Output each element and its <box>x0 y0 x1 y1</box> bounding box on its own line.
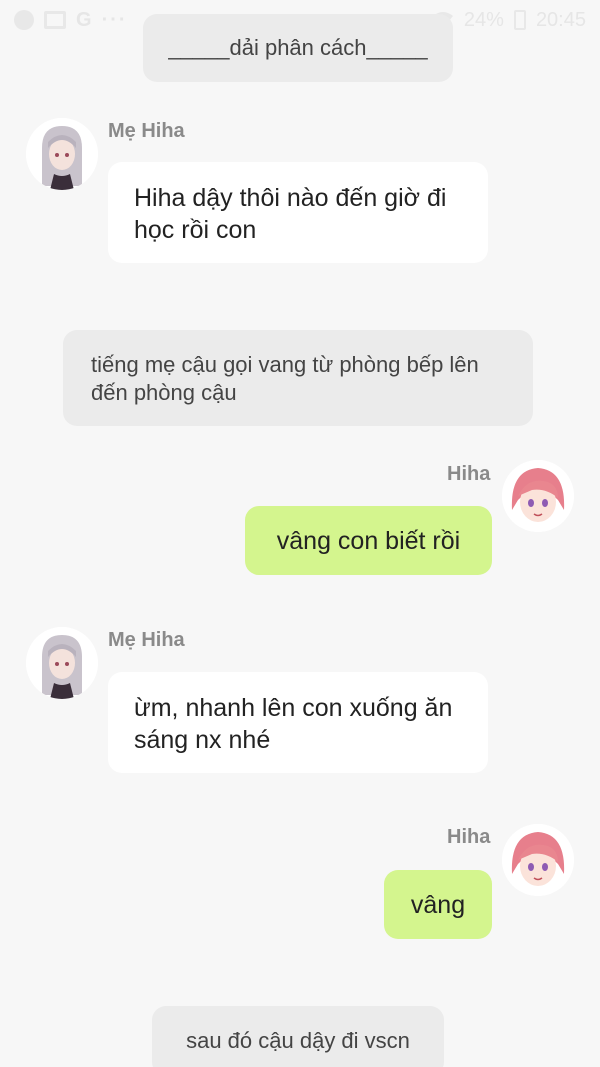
message-bubble-hiha[interactable]: vâng con biết rồi <box>245 506 492 575</box>
gallery-icon <box>44 11 66 29</box>
avatar-mom[interactable] <box>26 118 98 190</box>
avatar-hiha[interactable] <box>502 824 574 896</box>
more-icon: ··· <box>101 8 128 31</box>
message-bubble-mom[interactable]: ừm, nhanh lên con xuống ăn sáng nx nhé <box>108 672 488 773</box>
sender-name-mom: Mẹ Hiha <box>108 629 185 651</box>
hiha-avatar-image <box>502 460 574 532</box>
message-text: vâng con biết rồi <box>276 526 461 555</box>
sender-name-hiha: Hiha <box>447 463 491 485</box>
sender-name-hiha: Hiha <box>447 826 491 848</box>
sender-name-mom: Mẹ Hiha <box>108 120 185 142</box>
narration-text: tiếng mẹ cậu gọi vang từ phòng bếp lên đ… <box>91 352 479 405</box>
message-text: vâng <box>410 890 466 919</box>
messenger-icon <box>14 10 34 30</box>
divider-text: _____dải phân cách_____ <box>168 35 428 60</box>
status-right-icons: 24% 20:45 <box>432 9 586 32</box>
mom-avatar-image <box>26 627 98 699</box>
avatar-hiha[interactable] <box>502 460 574 532</box>
status-left-icons: G ··· <box>14 9 128 32</box>
avatar-mom[interactable] <box>26 627 98 699</box>
message-bubble-hiha[interactable]: vâng <box>384 870 492 939</box>
narration-text: sau đó cậu dậy đi vscn <box>186 1028 410 1053</box>
narration-message: tiếng mẹ cậu gọi vang từ phòng bếp lên đ… <box>63 330 533 426</box>
battery-icon <box>513 10 526 30</box>
hiha-avatar-image <box>502 824 574 896</box>
divider-message: _____dải phân cách_____ <box>143 14 453 82</box>
message-text: Hiha dậy thôi nào đến giờ đi học rồi con <box>134 184 447 244</box>
battery-percent: 24% <box>463 8 504 31</box>
message-text: ừm, nhanh lên con xuống ăn sáng nx nhé <box>134 694 453 754</box>
google-icon: G <box>76 8 92 31</box>
message-bubble-mom[interactable]: Hiha dậy thôi nào đến giờ đi học rồi con <box>108 162 488 263</box>
mom-avatar-image <box>26 118 98 190</box>
narration-message: sau đó cậu dậy đi vscn <box>152 1006 444 1067</box>
clock: 20:45 <box>535 8 586 31</box>
